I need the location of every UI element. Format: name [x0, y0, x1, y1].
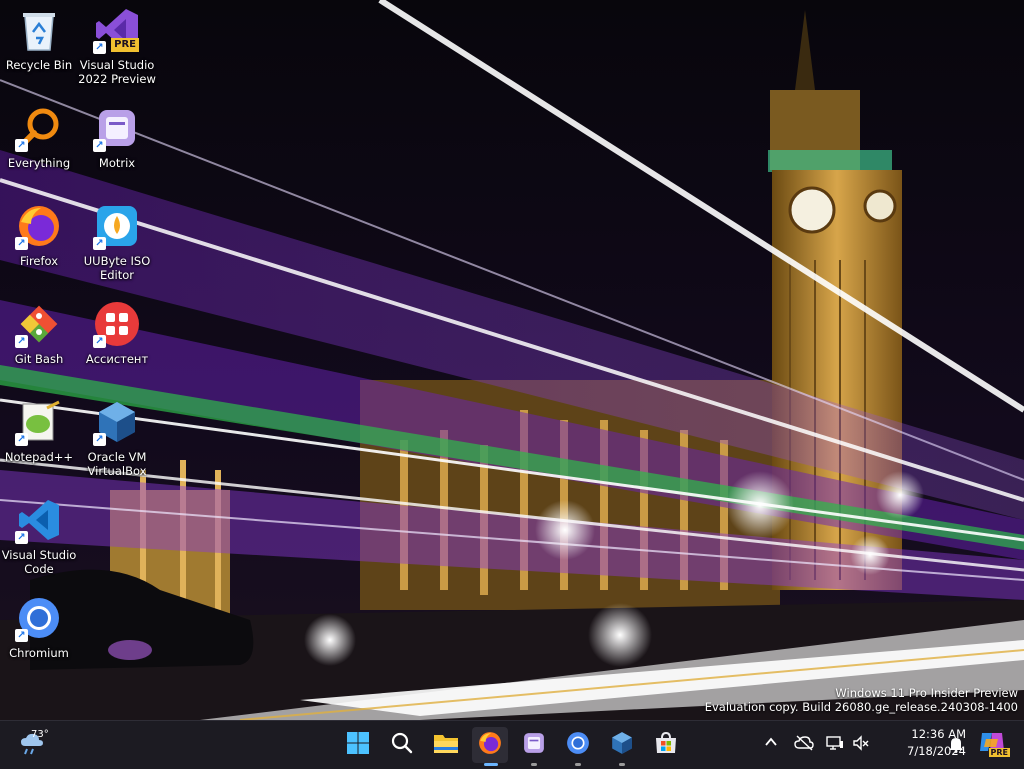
- watermark-build: Evaluation copy. Build 26080.ge_release.…: [704, 700, 1018, 714]
- desktop-icon-firefox[interactable]: ↗ Firefox: [0, 198, 78, 290]
- motrix-icon: [523, 732, 545, 758]
- desktop-icon-label: Recycle Bin: [5, 58, 73, 72]
- volume-muted-icon[interactable]: [852, 735, 870, 755]
- vscode-icon: ↗: [15, 496, 63, 544]
- virtualbox-taskbar-button[interactable]: [604, 727, 640, 766]
- windows-start-icon: [346, 731, 370, 759]
- notepad-plus-plus-icon: ↗: [15, 398, 63, 446]
- magnifier-icon: ↗: [15, 104, 63, 152]
- active-indicator: [484, 763, 498, 766]
- shortcut-arrow-icon: ↗: [93, 335, 106, 348]
- weather-temperature: 73°: [31, 729, 49, 740]
- desktop-icon-label: Chromium: [9, 646, 69, 660]
- taskbar: 73°: [0, 720, 1024, 769]
- shortcut-arrow-icon: ↗: [15, 335, 28, 348]
- search-button[interactable]: [384, 727, 420, 763]
- chromium-taskbar-button[interactable]: [560, 727, 596, 766]
- desktop-icon-oracle-vm-virtualbox[interactable]: ↗ Oracle VM VirtualBox: [78, 394, 156, 486]
- shortcut-arrow-icon: ↗: [93, 139, 106, 152]
- shortcut-arrow-icon: ↗: [93, 237, 106, 250]
- uubyte-icon: ↗: [93, 202, 141, 250]
- desktop-icon-chromium[interactable]: ↗ Chromium: [0, 590, 78, 682]
- desktop-icon-label: Ассистент: [85, 352, 149, 366]
- desktop-icon-assistant[interactable]: ↗ Ассистент: [78, 296, 156, 388]
- motrix-taskbar-button[interactable]: [516, 727, 552, 766]
- running-indicator: [575, 763, 581, 766]
- shortcut-arrow-icon: ↗: [15, 629, 28, 642]
- cloud-offline-icon[interactable]: [794, 735, 814, 755]
- bell-icon[interactable]: [948, 735, 964, 757]
- search-icon: [390, 731, 414, 759]
- shortcut-arrow-icon: ↗: [15, 531, 28, 544]
- running-indicator: [531, 763, 537, 766]
- shortcut-arrow-icon: ↗: [93, 433, 106, 446]
- desktop-icon-label: Visual Studio 2022 Preview: [78, 58, 156, 86]
- desktop-icon-label: Visual Studio Code: [1, 548, 77, 576]
- desktop-icon-label: Firefox: [19, 254, 59, 268]
- desktop-icon-label: Oracle VM VirtualBox: [87, 450, 147, 478]
- chromium-icon: [566, 731, 590, 759]
- shortcut-arrow-icon: ↗: [15, 433, 28, 446]
- visual-studio-preview-icon: PRE ↗: [93, 6, 141, 54]
- shortcut-arrow-icon: ↗: [15, 139, 28, 152]
- recycle-bin-icon: [15, 6, 63, 54]
- firefox-icon: [478, 731, 502, 759]
- pre-badge: PRE: [111, 38, 139, 52]
- git-icon: ↗: [15, 300, 63, 348]
- folder-icon: [433, 731, 459, 759]
- store-icon: [654, 731, 678, 759]
- desktop-icon-notepad-plus-plus[interactable]: ↗ Notepad++: [0, 394, 78, 486]
- virtualbox-icon: [610, 731, 634, 759]
- firefox-taskbar-button[interactable]: [472, 727, 508, 766]
- desktop-icon-git-bash[interactable]: ↗ Git Bash: [0, 296, 78, 388]
- desktop-icon-motrix[interactable]: ↗ Motrix: [78, 100, 156, 192]
- microsoft-store-button[interactable]: [648, 727, 684, 763]
- desktop-icon-uubyte-iso-editor[interactable]: ↗ UUByte ISO Editor: [78, 198, 156, 290]
- pre-badge: PRE: [988, 748, 1010, 757]
- watermark-edition: Windows 11 Pro Insider Preview: [835, 686, 1018, 700]
- desktop-icon-label: UUByte ISO Editor: [83, 254, 151, 282]
- shortcut-arrow-icon: ↗: [93, 41, 106, 54]
- firefox-icon: ↗: [15, 202, 63, 250]
- desktop-icon-everything[interactable]: ↗ Everything: [0, 100, 78, 192]
- copilot-button[interactable]: PRE: [978, 729, 1010, 759]
- shortcut-arrow-icon: ↗: [15, 237, 28, 250]
- display-icon[interactable]: [826, 735, 844, 755]
- desktop-icon-recycle-bin[interactable]: Recycle Bin: [0, 2, 78, 94]
- virtualbox-icon: ↗: [93, 398, 141, 446]
- start-button[interactable]: [340, 727, 376, 763]
- motrix-icon: ↗: [93, 104, 141, 152]
- desktop-icon-visual-studio-code[interactable]: ↗ Visual Studio Code: [0, 492, 78, 584]
- running-indicator: [619, 763, 625, 766]
- assistant-icon: ↗: [93, 300, 141, 348]
- desktop-icon-label: Git Bash: [14, 352, 64, 366]
- chromium-icon: ↗: [15, 594, 63, 642]
- desktop-icon-visual-studio-2022-preview[interactable]: PRE ↗ Visual Studio 2022 Preview: [78, 2, 156, 94]
- desktop-icon-label: Motrix: [98, 156, 136, 170]
- file-explorer-button[interactable]: [428, 727, 464, 763]
- desktop-icon-label: Notepad++: [4, 450, 74, 464]
- desktop-icon-label: Everything: [7, 156, 71, 170]
- windows-build-watermark: Windows 11 Pro Insider Preview Evaluatio…: [705, 686, 1018, 714]
- chevron-up-icon[interactable]: [764, 735, 778, 753]
